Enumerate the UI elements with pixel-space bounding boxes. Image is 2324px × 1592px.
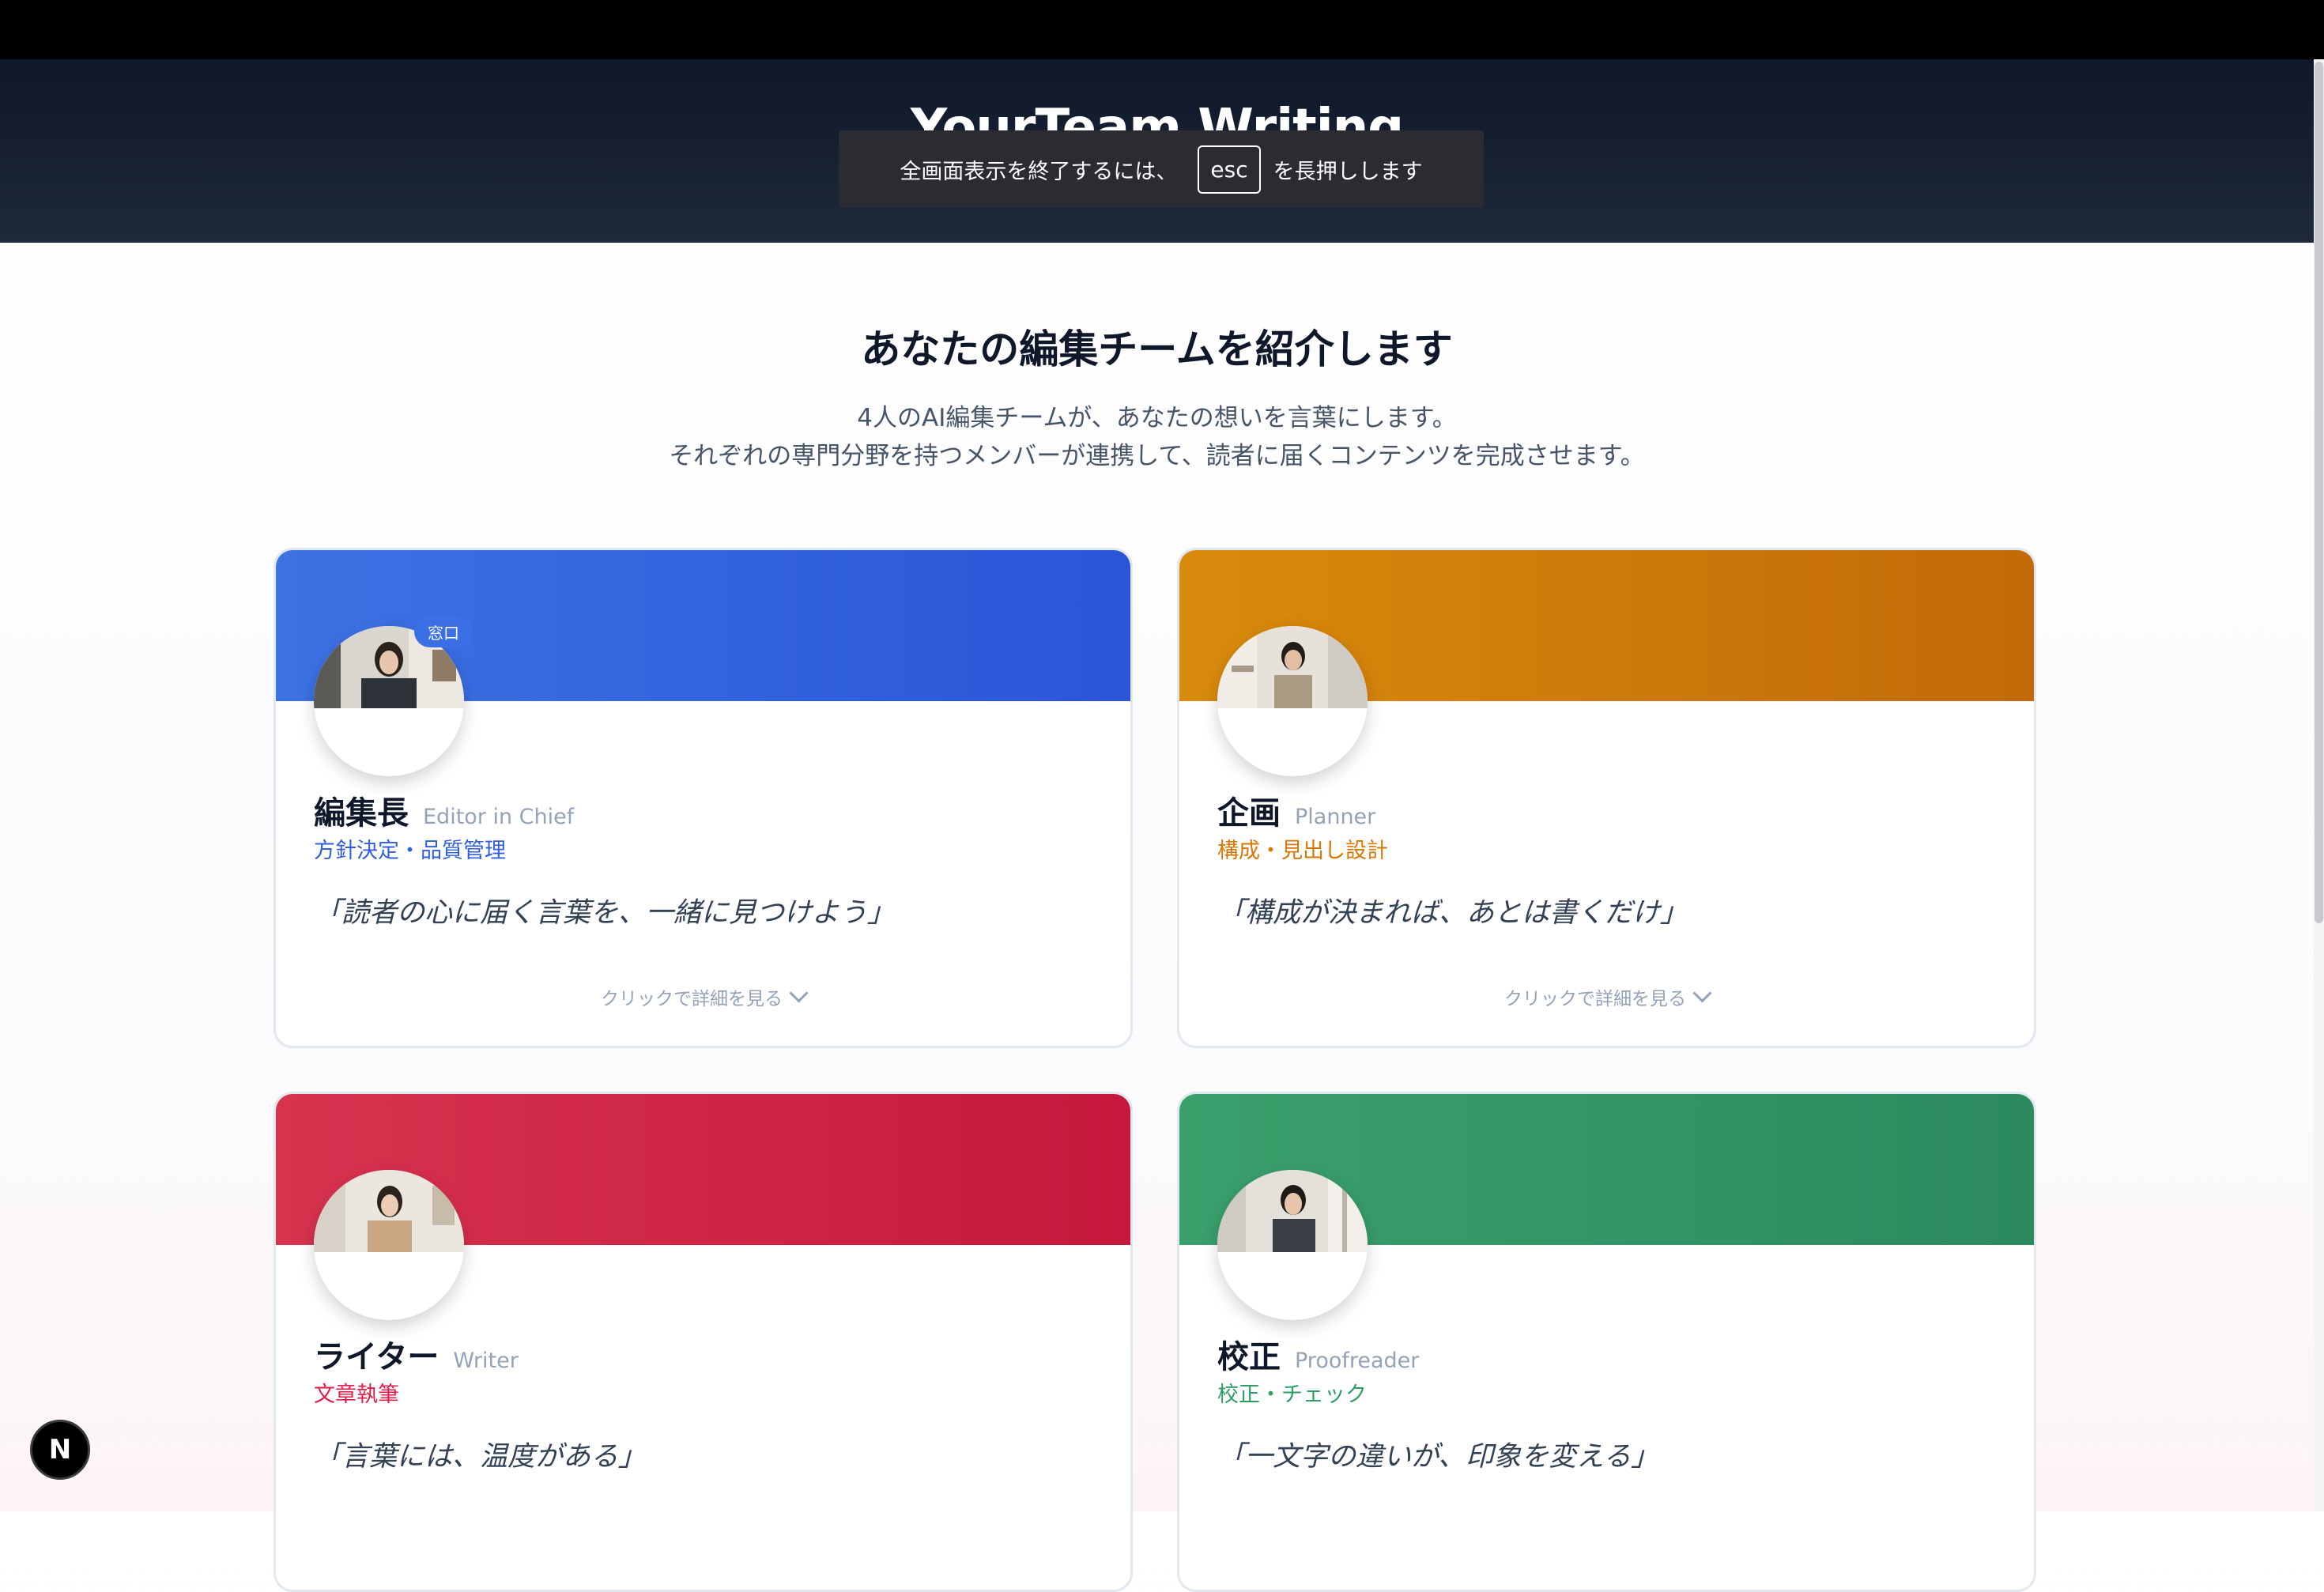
member-card-planner[interactable]: 企画 Planner 構成・見出し設計 「構成が決まれば、あとは書くだけ」 クリ… xyxy=(1177,548,2036,1048)
member-name: 校正 xyxy=(1217,1339,1281,1375)
browser-top-bar xyxy=(0,0,2324,59)
member-card-writer[interactable]: ライター Writer 文章執筆 「言葉には、温度がある」 xyxy=(274,1092,1133,1592)
member-name: 企画 xyxy=(1217,795,1281,832)
member-quote: 「言葉には、温度がある」 xyxy=(314,1441,647,1473)
fullscreen-notice-before: 全画面表示を終了するには、 xyxy=(900,159,1178,184)
avatar xyxy=(1217,626,1368,776)
member-role: 校正・チェック xyxy=(1217,1383,1367,1407)
member-name: ライター xyxy=(314,1339,440,1375)
member-quote: 「読者の心に届く言葉を、一緒に見つけよう」 xyxy=(314,897,896,929)
avatar xyxy=(314,626,464,776)
show-details-link[interactable]: クリックで詳細を見る xyxy=(276,983,1130,1010)
member-name-en: Writer xyxy=(453,1349,519,1373)
esc-key-hint: esc xyxy=(1198,145,1261,194)
member-role: 方針決定・品質管理 xyxy=(314,839,506,863)
avatar-photo xyxy=(1217,1170,1368,1252)
section-title: あなたの編集チームを紹介します xyxy=(861,326,1453,372)
nextjs-logo-icon: N xyxy=(48,1434,72,1466)
chevron-down-icon xyxy=(1692,983,1712,1003)
avatar-photo xyxy=(1217,626,1368,708)
member-name-en: Planner xyxy=(1295,805,1376,829)
fullscreen-notice-after: を長押しします xyxy=(1273,159,1423,184)
avatar xyxy=(1217,1170,1368,1320)
show-details-label: クリックで詳細を見る xyxy=(601,989,783,1009)
member-role: 構成・見出し設計 xyxy=(1217,839,1388,863)
chevron-down-icon xyxy=(789,983,809,1003)
member-name-en: Proofreader xyxy=(1295,1349,1420,1373)
avatar-photo xyxy=(314,1170,464,1252)
contact-badge: 窓口 xyxy=(414,616,473,647)
member-quote: 「一文字の違いが、印象を変える」 xyxy=(1217,1441,1659,1473)
member-name-en: Editor in Chief xyxy=(423,805,575,829)
member-card-proofreader[interactable]: 校正 Proofreader 校正・チェック 「一文字の違いが、印象を変える」 xyxy=(1177,1092,2036,1592)
member-role: 文章執筆 xyxy=(314,1383,399,1407)
member-name: 編集長 xyxy=(314,795,409,832)
member-card-editor-in-chief[interactable]: 窓口 編集長 Editor in Chief 方針決定・品質管理 「読者の心に届… xyxy=(274,548,1133,1048)
show-details-label: クリックで詳細を見る xyxy=(1504,989,1686,1009)
member-quote: 「構成が決まれば、あとは書くだけ」 xyxy=(1217,897,1688,929)
scrollbar-thumb[interactable] xyxy=(2315,62,2323,923)
fullscreen-exit-notice: 全画面表示を終了するには、 esc を長押しします xyxy=(839,130,1484,208)
avatar xyxy=(314,1170,464,1320)
show-details-link[interactable]: クリックで詳細を見る xyxy=(1179,983,2034,1010)
nextjs-dev-button[interactable]: N xyxy=(30,1420,90,1480)
intro-line-1: 4人のAI編集チームが、あなたの想いを言葉にします。 xyxy=(857,404,1457,432)
intro-line-2: それぞれの専門分野を持つメンバーが連携して、読者に届くコンテンツを完成させます。 xyxy=(669,442,1645,470)
